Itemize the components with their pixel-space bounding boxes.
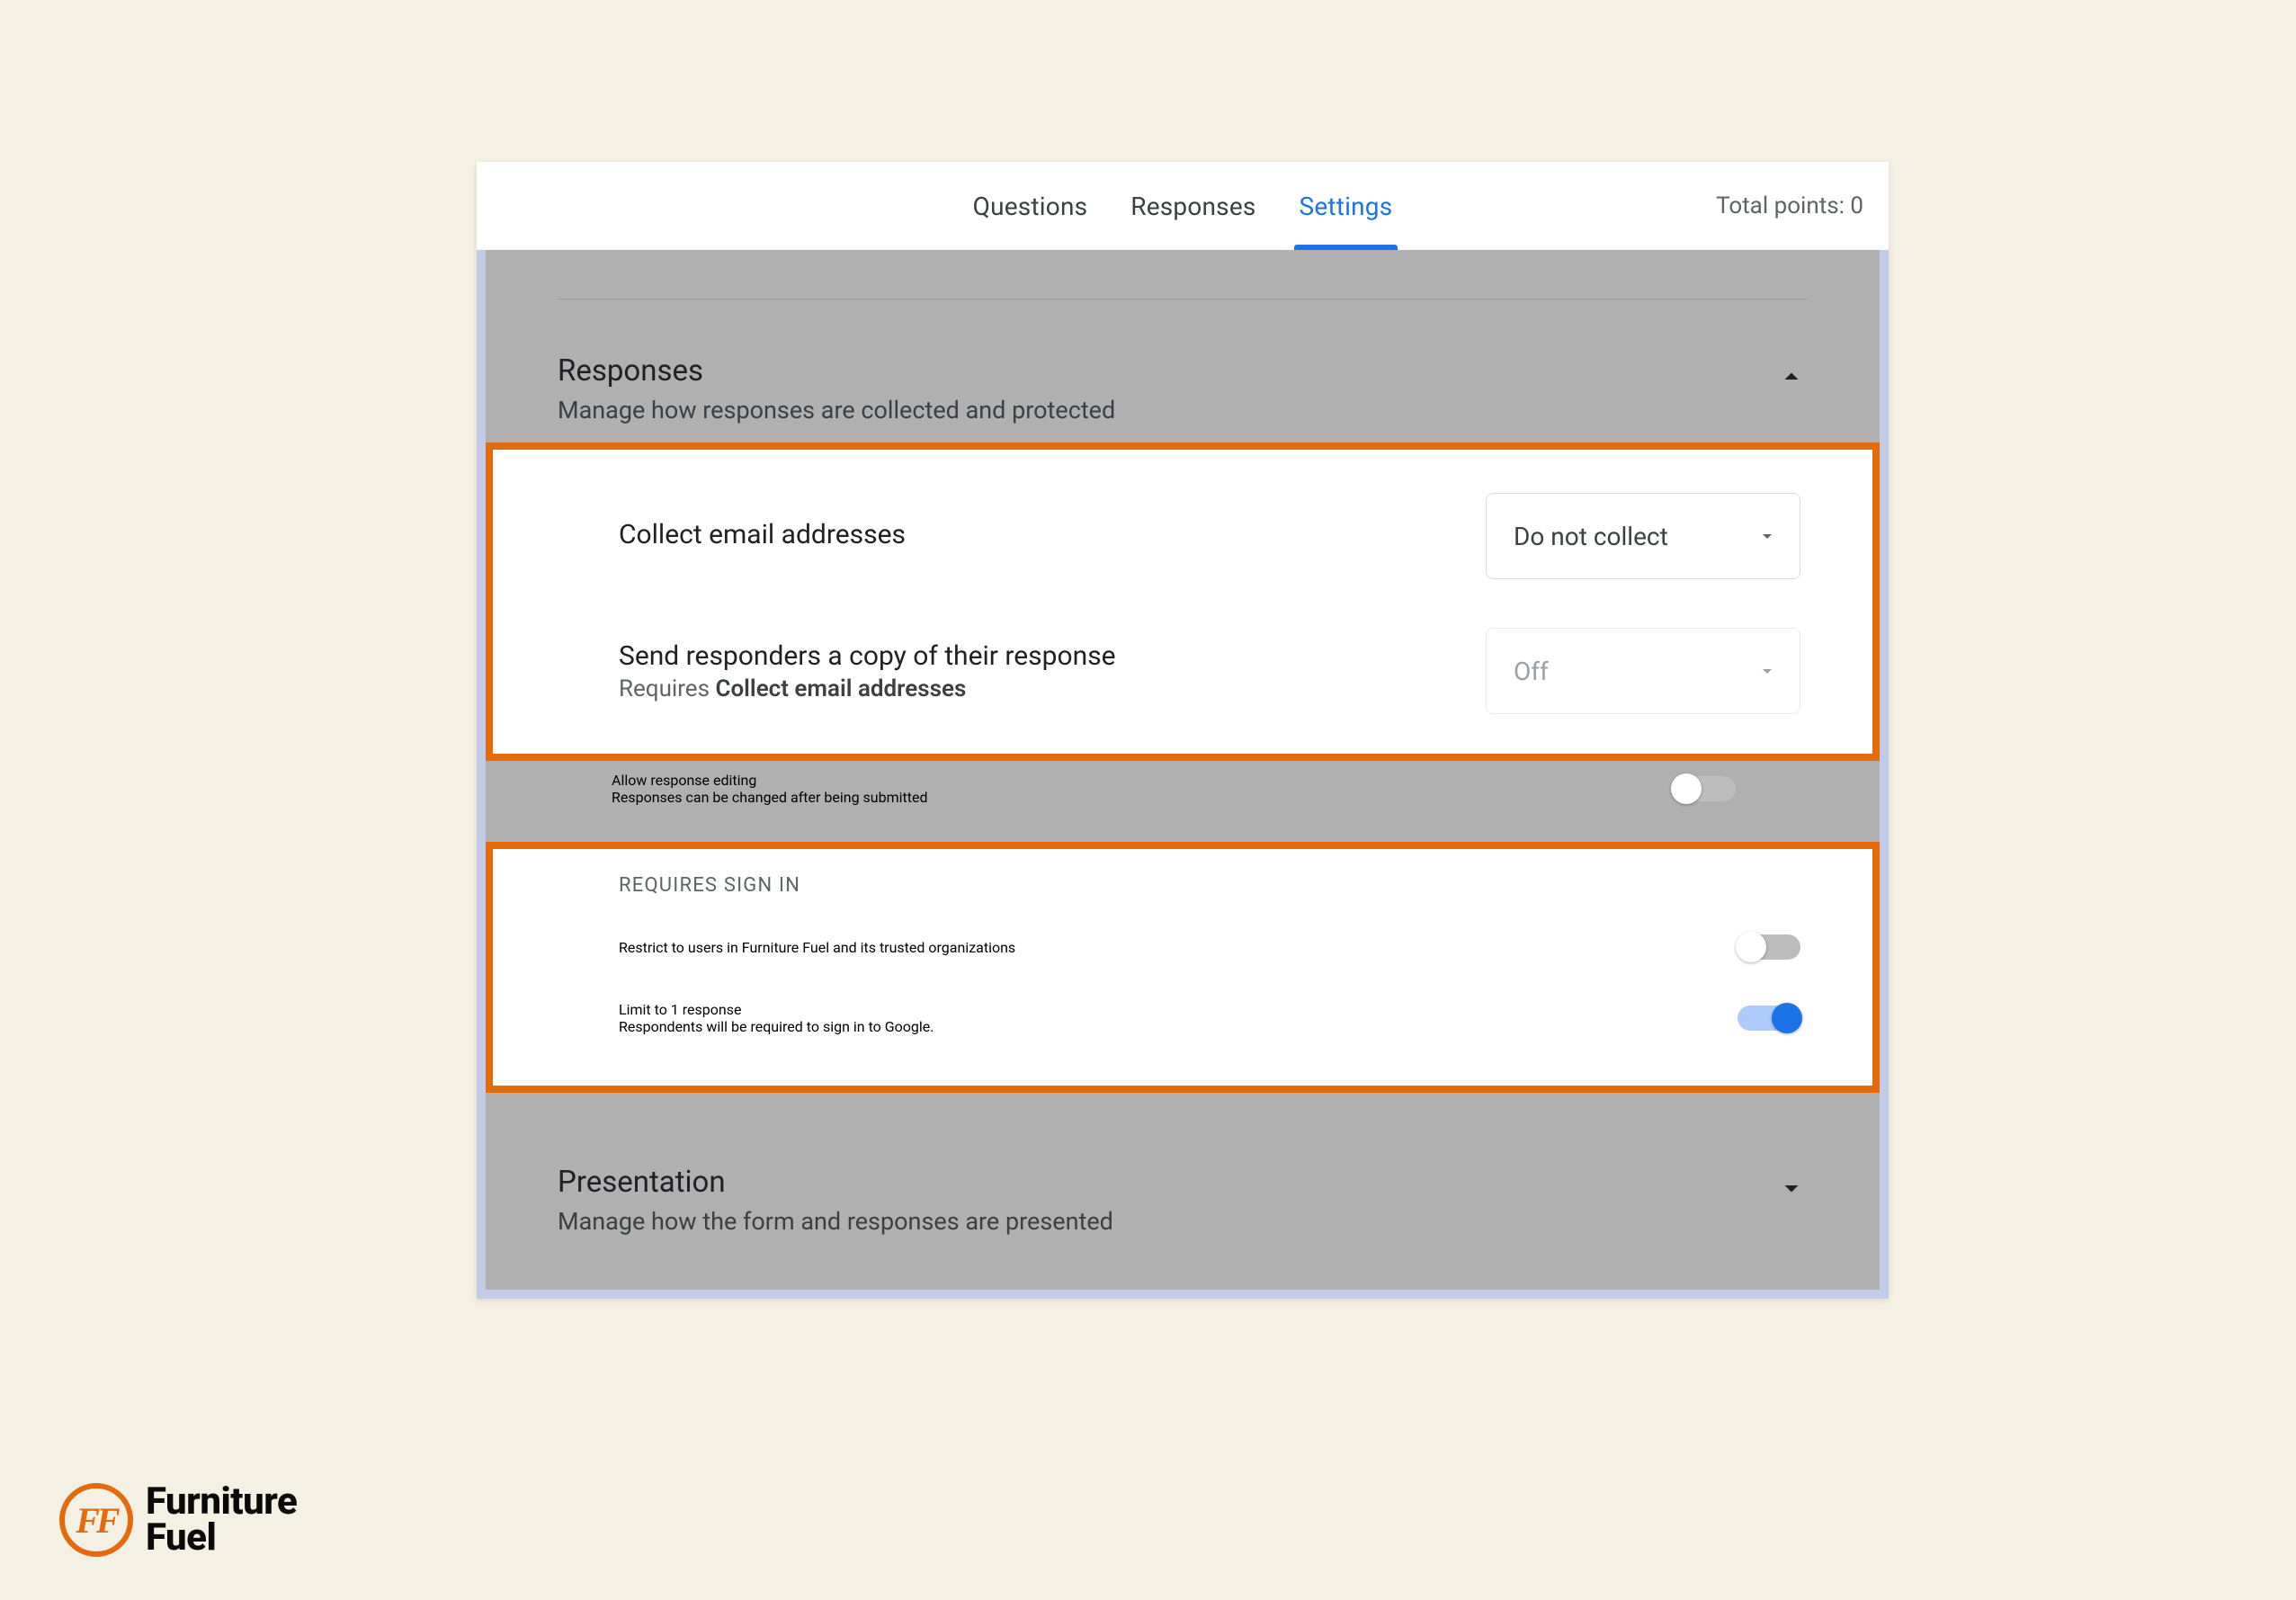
- allow-edit-sub: Responses can be changed after being sub…: [612, 789, 1673, 806]
- responses-title: Responses: [558, 353, 1115, 389]
- send-copy-dropdown: Off: [1486, 628, 1800, 714]
- collect-email-label: Collect email addresses: [619, 519, 906, 550]
- restrict-row: Restrict to users in Furniture Fuel and …: [619, 924, 1800, 970]
- send-copy-value: Off: [1514, 657, 1549, 686]
- caret-down-icon: [1756, 525, 1778, 547]
- presentation-title: Presentation: [558, 1165, 1113, 1200]
- send-copy-requires: Requires Collect email addresses: [619, 675, 1116, 702]
- restrict-label: Restrict to users in Furniture Fuel and …: [619, 939, 1015, 956]
- restrict-toggle[interactable]: [1738, 934, 1800, 960]
- presentation-subtitle: Manage how the form and responses are pr…: [558, 1207, 1113, 1236]
- caret-down-icon: [1756, 660, 1778, 682]
- responses-section-header[interactable]: Responses Manage how responses are colle…: [558, 353, 1808, 442]
- chevron-up-icon[interactable]: [1775, 361, 1808, 393]
- top-bar: Questions Responses Settings Total point…: [477, 162, 1889, 250]
- total-points: Total points: 0: [1716, 192, 1863, 219]
- presentation-section-header[interactable]: Presentation Manage how the form and res…: [558, 1102, 1808, 1236]
- limit-toggle[interactable]: [1738, 1006, 1800, 1031]
- allow-edit-row: Allow response editing Responses can be …: [486, 770, 1808, 824]
- limit-label: Limit to 1 response: [619, 1001, 934, 1018]
- content-area: Responses Manage how responses are colle…: [477, 250, 1889, 1299]
- tab-responses[interactable]: Responses: [1130, 163, 1255, 248]
- tabs: Questions Responses Settings: [973, 163, 1393, 248]
- highlight-email-settings: Collect email addresses Do not collect S…: [486, 442, 1880, 761]
- send-copy-row: Send responders a copy of their response…: [619, 592, 1800, 727]
- tab-questions[interactable]: Questions: [973, 163, 1088, 248]
- brand-name: FurnitureFuel: [146, 1484, 297, 1556]
- chevron-down-icon[interactable]: [1775, 1172, 1808, 1204]
- limit-sub: Respondents will be required to sign in …: [619, 1018, 934, 1035]
- collect-email-row: Collect email addresses Do not collect: [619, 480, 1800, 592]
- send-copy-label: Send responders a copy of their response: [619, 640, 1116, 672]
- brand-logo: FF FurnitureFuel: [59, 1483, 297, 1557]
- allow-edit-toggle[interactable]: [1673, 776, 1736, 801]
- requires-signin-header: REQUIRES SIGN IN: [619, 874, 1800, 897]
- collect-email-value: Do not collect: [1514, 522, 1668, 551]
- settings-panel: Responses Manage how responses are colle…: [486, 250, 1880, 1290]
- brand-badge-icon: FF: [59, 1483, 133, 1557]
- settings-window: Questions Responses Settings Total point…: [477, 162, 1889, 1299]
- collect-email-dropdown[interactable]: Do not collect: [1486, 493, 1800, 579]
- allow-edit-label: Allow response editing: [612, 772, 1673, 789]
- tab-settings[interactable]: Settings: [1300, 163, 1393, 248]
- limit-row: Limit to 1 response Respondents will be …: [619, 970, 1800, 1046]
- highlight-signin-settings: REQUIRES SIGN IN Restrict to users in Fu…: [486, 842, 1880, 1093]
- responses-subtitle: Manage how responses are collected and p…: [558, 396, 1115, 425]
